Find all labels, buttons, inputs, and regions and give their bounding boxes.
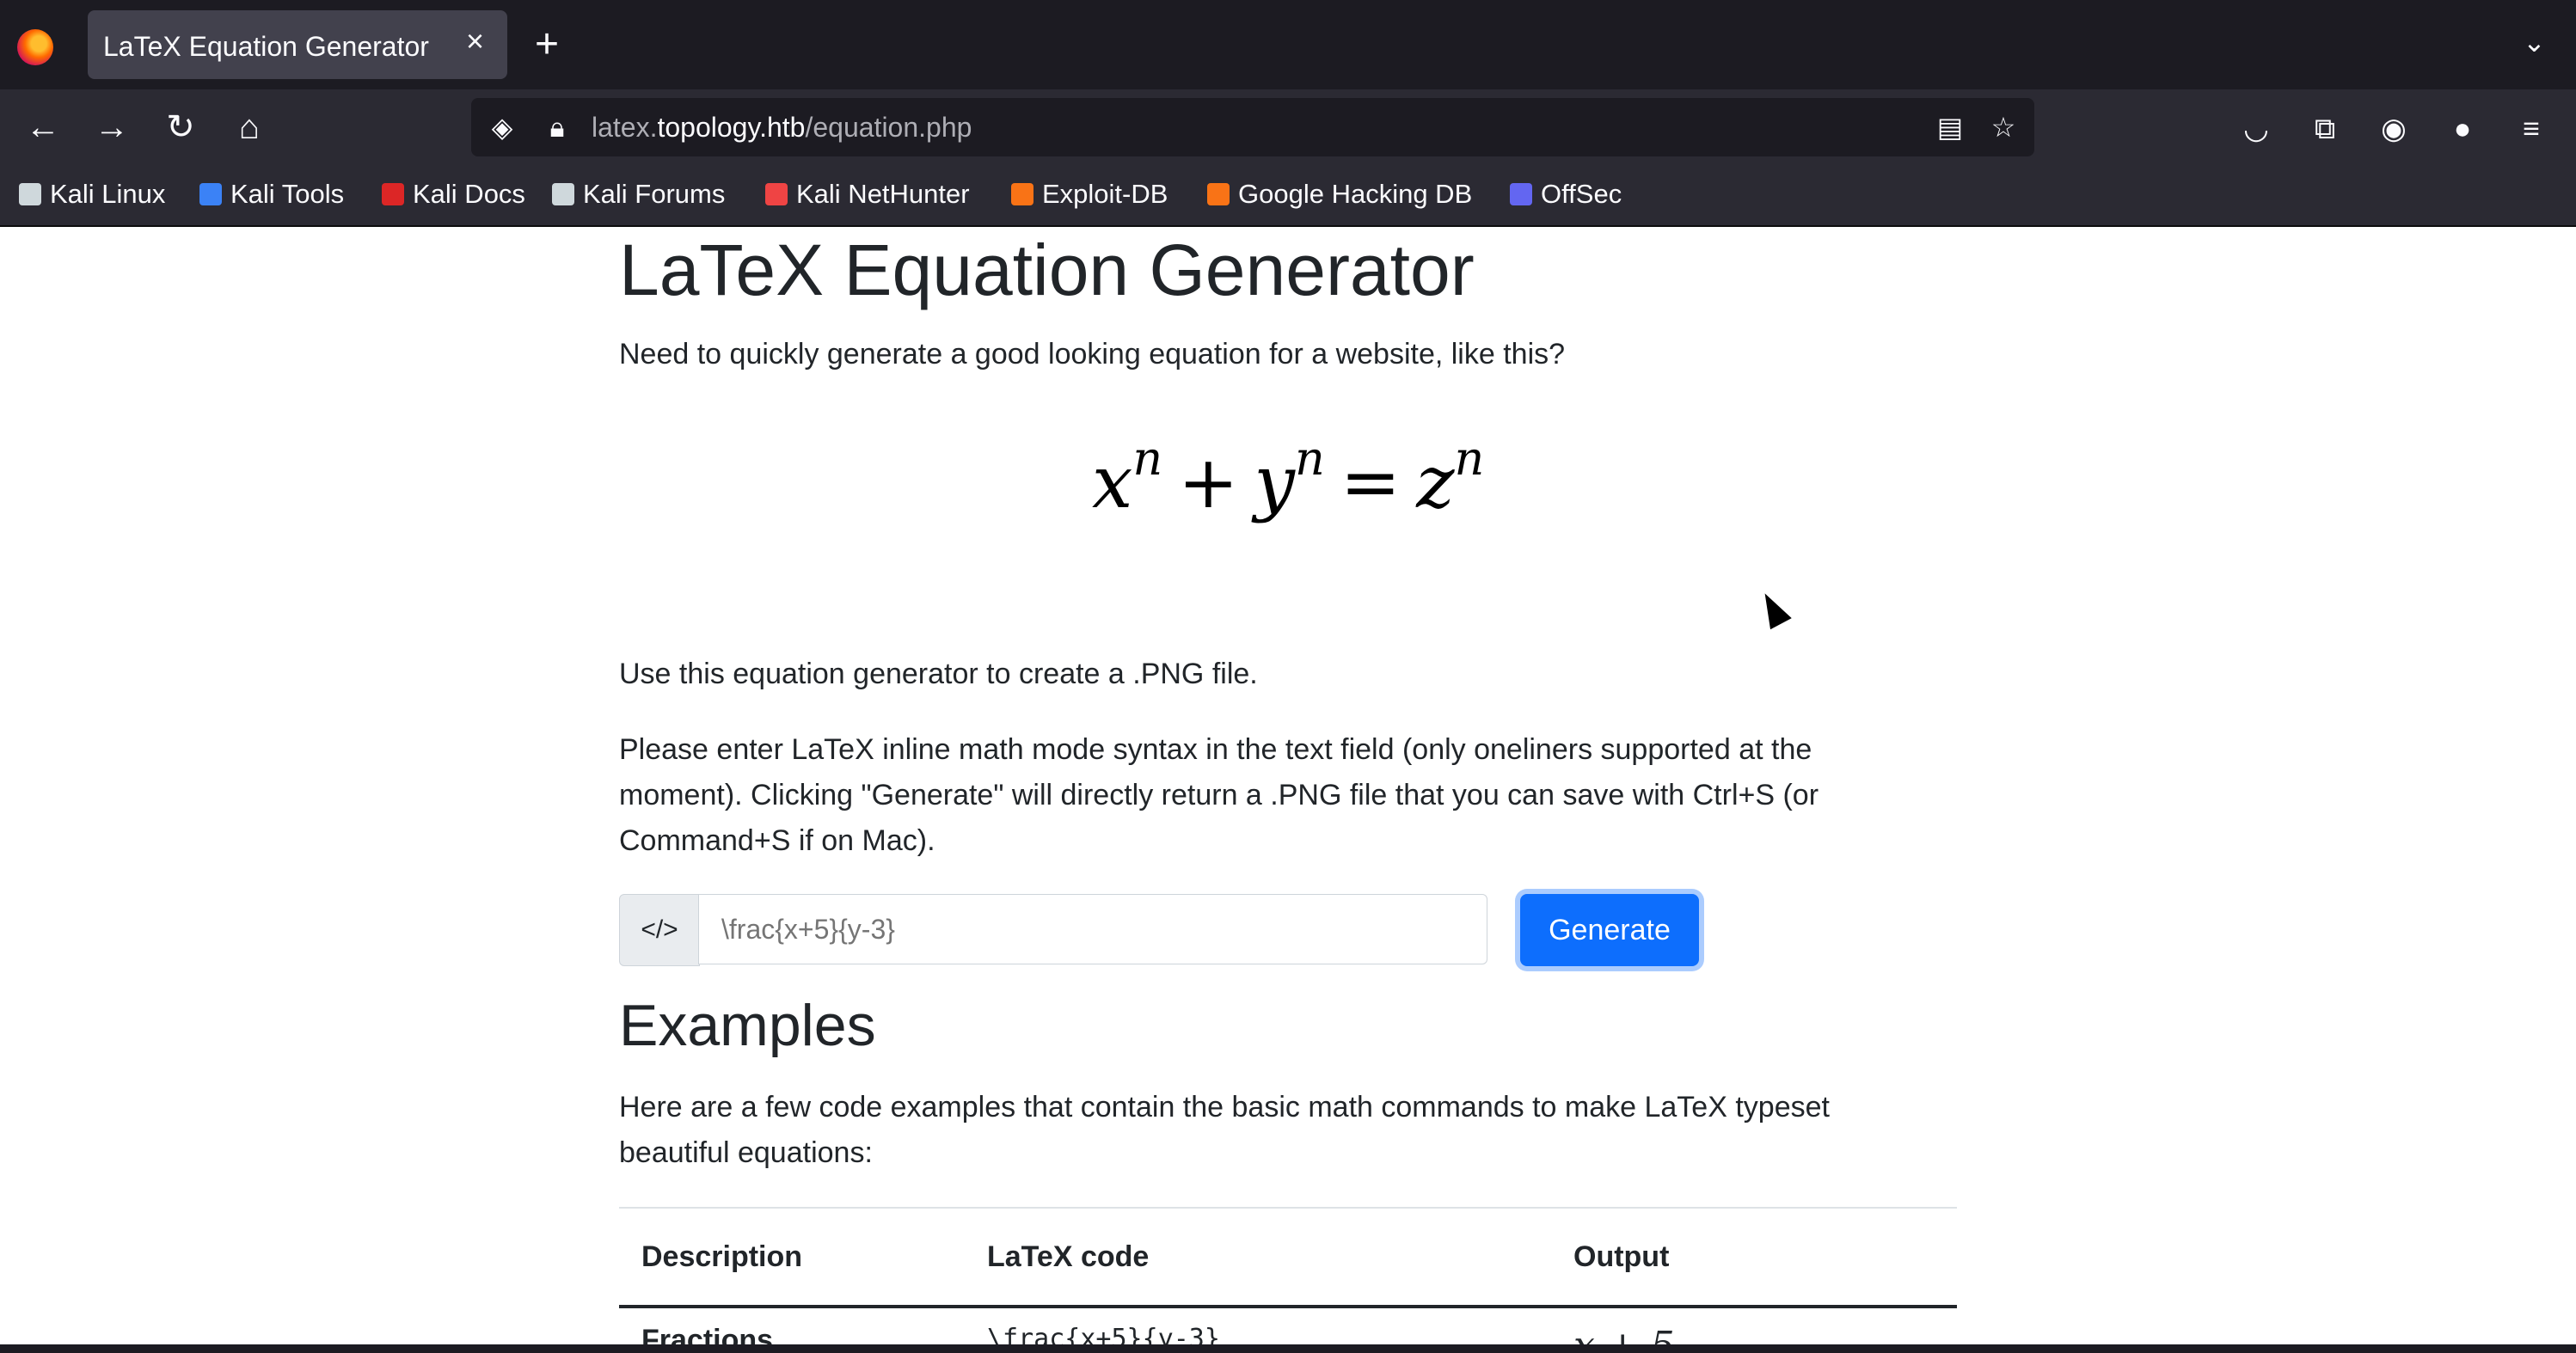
reload-icon[interactable]: ↻ [160, 107, 201, 148]
table-row: Fractions \frac{x+5}{y-3} x + 5 [619, 1307, 1957, 1344]
window-bottom-edge [0, 1344, 2576, 1353]
bookmark-icon [1207, 183, 1230, 205]
bookmark-icon [199, 183, 222, 205]
row-description: Fractions [641, 1324, 774, 1344]
bookmark-icon [552, 183, 574, 205]
tab-title: LaTeX Equation Generator [103, 31, 429, 62]
firefox-icon[interactable] [17, 29, 53, 65]
equation-input[interactable] [698, 894, 1487, 964]
bookmark-google-hacking-db[interactable]: Google Hacking DB [1207, 177, 1472, 211]
list-all-tabs-icon[interactable]: ⌄ [2523, 26, 2546, 58]
bookmark-label: Kali Tools [230, 179, 345, 209]
examples-text: Here are a few code examples that contai… [619, 1091, 1830, 1169]
bookmark-label: Kali Docs [413, 179, 525, 209]
bookmark-star-icon[interactable]: ☆ [1986, 110, 2021, 144]
sample-equation: xn + yn = zn [1092, 432, 1484, 524]
bookmark-kali-nethunter[interactable]: Kali NetHunter [765, 177, 970, 211]
lock-icon[interactable]: 🔒︎ [540, 110, 574, 144]
url-host: topology.htb [657, 112, 806, 143]
eq-y: y [1254, 439, 1296, 524]
bookmark-offsec[interactable]: OffSec [1510, 177, 1622, 211]
page-title: LaTeX Equation Generator [619, 230, 1475, 310]
home-icon[interactable]: ⌂ [229, 107, 270, 148]
url-host-prefix: latex. [592, 112, 658, 143]
bookmark-icon [765, 183, 788, 205]
row-code: \frac{x+5}{y-3} [987, 1324, 1220, 1344]
reader-view-icon[interactable]: ▤ [1933, 110, 1967, 144]
header-description: Description [619, 1207, 965, 1308]
bookmark-label: Google Hacking DB [1238, 179, 1473, 209]
eq-plus: + [1178, 439, 1239, 524]
menu-icon[interactable]: ≡ [2512, 110, 2550, 148]
url-path: /equation.php [805, 112, 972, 143]
bookmark-icon [1510, 183, 1532, 205]
shield-icon[interactable]: ◈ [485, 110, 519, 144]
eq-equals: = [1340, 439, 1401, 524]
bookmark-kali-linux[interactable]: Kali Linux [19, 177, 165, 211]
bookmark-label: OffSec [1541, 179, 1622, 209]
eq-x: x [1092, 439, 1133, 524]
bookmark-kali-forums[interactable]: Kali Forums [552, 177, 725, 211]
bookmark-label: Kali NetHunter [796, 179, 970, 209]
bookmark-icon [19, 183, 41, 205]
bookmark-icon [382, 183, 404, 205]
forward-icon[interactable]: → [91, 107, 132, 148]
eq-n1: n [1132, 432, 1163, 486]
instructions-text: Please enter LaTeX inline math mode synt… [619, 733, 1819, 857]
pocket-icon[interactable]: ◡ [2237, 110, 2275, 148]
bookmark-label: Kali Linux [50, 179, 166, 209]
eq-z: z [1416, 439, 1455, 524]
back-icon[interactable]: ← [22, 107, 64, 148]
browser-chrome: LaTeX Equation Generator × + ⌄ ← → ↻ ⌂ ◈… [0, 0, 2576, 227]
bookmark-label: Exploit-DB [1042, 179, 1168, 209]
eq-n3: n [1454, 432, 1485, 486]
bookmark-kali-tools[interactable]: Kali Tools [199, 177, 344, 211]
table-header-row: Description LaTeX code Output [619, 1207, 1957, 1308]
code-icon: </> [619, 894, 700, 966]
usage-text: Use this equation generator to create a … [619, 658, 1258, 690]
tab-close-icon[interactable]: × [466, 24, 484, 58]
page-content: LaTeX Equation Generator Need to quickly… [0, 225, 2576, 1344]
extensions-icon[interactable]: ⧉ [2306, 110, 2344, 148]
intro-text: Need to quickly generate a good looking … [619, 338, 1566, 370]
url-text[interactable]: latex.topology.htb/equation.php [592, 112, 972, 144]
new-tab-button[interactable]: + [535, 21, 559, 69]
bookmark-label: Kali Forums [583, 179, 726, 209]
bookmark-kali-docs[interactable]: Kali Docs [382, 177, 525, 211]
header-output: Output [1551, 1207, 1957, 1308]
extension-icon-2[interactable]: ● [2444, 110, 2481, 148]
bookmark-icon [1011, 183, 1033, 205]
generate-button[interactable]: Generate [1520, 894, 1699, 966]
examples-table: Description LaTeX code Output Fractions … [619, 1207, 1957, 1344]
bookmark-exploit-db[interactable]: Exploit-DB [1011, 177, 1168, 211]
examples-heading: Examples [619, 993, 876, 1058]
eq-n2: n [1295, 432, 1325, 486]
header-latex-code: LaTeX code [965, 1207, 1551, 1308]
row-output: x + 5 [1551, 1307, 1957, 1344]
extension-icon-1[interactable]: ◉ [2375, 110, 2413, 148]
